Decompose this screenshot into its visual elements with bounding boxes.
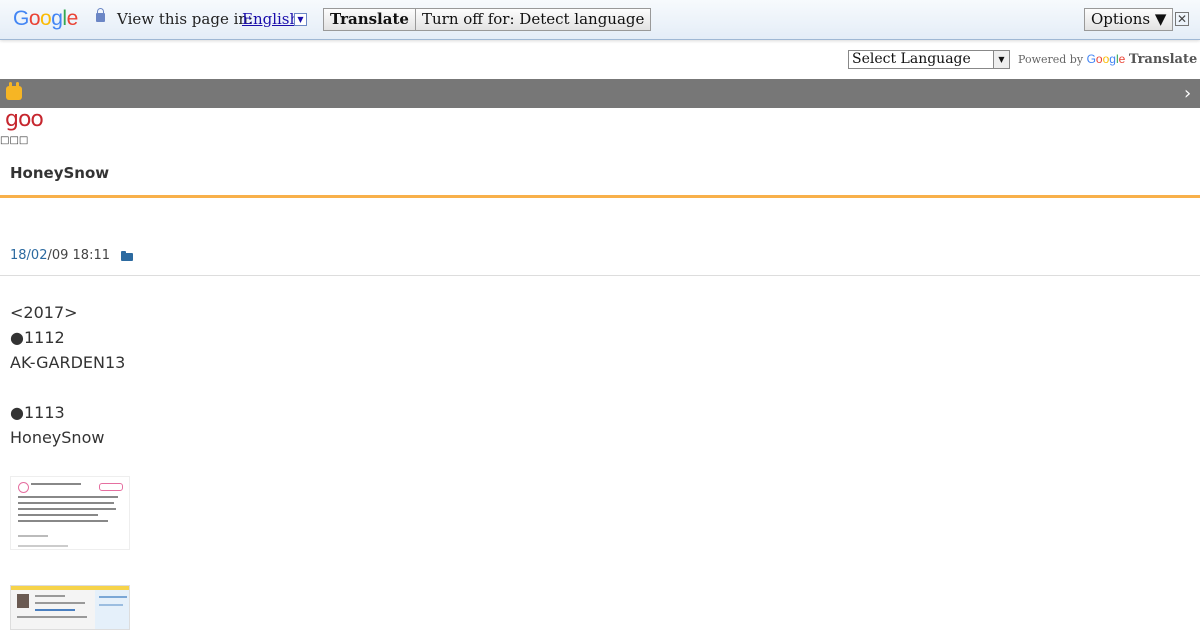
site-subtitle: □□□ (0, 135, 29, 146)
blog-title[interactable]: HoneySnow (10, 164, 109, 182)
tweet-screenshot-thumbnail[interactable] (10, 476, 130, 550)
webpage-screenshot-thumbnail[interactable] (10, 585, 130, 630)
meta-divider (0, 275, 1200, 276)
translate-button[interactable]: Translate (323, 8, 416, 31)
product-photo (17, 594, 29, 608)
chevron-down-icon: ▼ (993, 51, 1009, 68)
view-page-label: View this page in: (117, 10, 254, 28)
post-date-rest: /09 18:11 (47, 248, 110, 263)
select-language-value: Select Language (852, 51, 971, 67)
post-line: AK-GARDEN13 (10, 353, 126, 372)
close-icon[interactable]: ✕ (1175, 12, 1189, 26)
post-date-link[interactable]: 18/02 (10, 248, 47, 263)
google-translate-bar: Google View this page in: English ▼ Tran… (0, 0, 1200, 40)
select-language-dropdown[interactable]: Select Language ▼ (848, 50, 1010, 69)
post-line: ●1112 (10, 328, 65, 347)
google-wordmark: Google (1086, 52, 1126, 66)
post-line (10, 375, 125, 400)
post-body: <2017> ●1112 AK-GARDEN13 ●1113 HoneySnow (10, 300, 125, 450)
turn-off-button[interactable]: Turn off for: Detect language (415, 8, 652, 31)
post-meta: 18/02/09 18:11 (10, 248, 110, 263)
folder-icon[interactable] (121, 251, 133, 261)
header-divider (0, 195, 1200, 198)
post-line: <2017> (10, 303, 78, 322)
powered-by-google-translate: Powered by Google Translate (1018, 52, 1198, 67)
language-link[interactable]: English (242, 10, 299, 28)
lock-icon (96, 8, 105, 22)
top-nav-bar (0, 79, 1200, 108)
post-line: ●1113 (10, 403, 65, 422)
goo-logo[interactable]: goo (5, 107, 44, 132)
language-dropdown-arrow-icon[interactable]: ▼ (294, 13, 307, 26)
options-button[interactable]: Options ▼ (1084, 8, 1174, 31)
follow-badge (99, 483, 123, 491)
avatar (18, 482, 29, 493)
post-line: HoneySnow (10, 428, 105, 447)
google-logo: Google (13, 7, 78, 30)
chevron-right-icon[interactable]: › (1184, 83, 1191, 104)
calendar-icon[interactable] (6, 82, 22, 100)
